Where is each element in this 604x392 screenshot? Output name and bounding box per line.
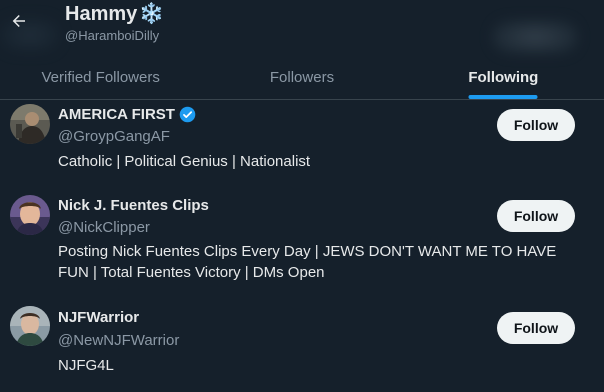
follow-button[interactable]: Follow [497,200,575,232]
blurred-region [492,20,578,54]
avatar[interactable] [10,104,50,144]
user-cell[interactable]: NJFWarrior @NewNJFWarrior NJFG4L Follow [0,302,604,392]
tab-label: Following [468,69,539,86]
tab-label: Followers [269,69,335,86]
snowflake-emoji: ❄️ [139,3,165,25]
arrow-left-icon [12,15,25,27]
user-handle: @NickClipper [58,219,150,236]
follow-button[interactable]: Follow [497,109,575,141]
profile-handle: @HaramboiDilly [65,28,160,43]
tab-following[interactable]: Following [403,56,604,99]
user-name-line: Nick J. Fuentes Clips [58,197,209,214]
back-button[interactable] [6,8,32,34]
user-name[interactable]: AMERICA FIRST [58,106,175,123]
avatar[interactable] [10,306,50,346]
follow-button[interactable]: Follow [497,312,575,344]
user-bio: Catholic | Political Genius | Nationalis… [58,153,311,170]
follow-tabs: Verified Followers Followers Following [0,56,604,100]
user-cell[interactable]: AMERICA FIRST @GroypGangAF Catholic | Po… [0,100,604,190]
following-list: AMERICA FIRST @GroypGangAF Catholic | Po… [0,100,604,392]
tab-verified-followers[interactable]: Verified Followers [0,56,201,99]
profile-name: Hammy [65,3,138,25]
user-name-line: NJFWarrior [58,309,139,326]
profile-title: Hammy ❄️ [65,2,164,26]
user-name-line: AMERICA FIRST [58,106,196,123]
profile-header: Hammy ❄️ @HaramboiDilly [0,0,604,56]
user-name[interactable]: NJFWarrior [58,309,139,326]
user-cell[interactable]: Nick J. Fuentes Clips @NickClipper Posti… [0,190,604,302]
verified-badge-icon [179,106,196,123]
tab-label: Verified Followers [41,69,160,86]
user-handle: @NewNJFWarrior [58,332,180,349]
user-bio: NJFG4L [58,357,114,374]
avatar[interactable] [10,195,50,235]
user-bio: Posting Nick Fuentes Clips Every Day | J… [58,243,557,281]
profile-title-block: Hammy ❄️ @HaramboiDilly [65,2,164,44]
active-tab-indicator [468,95,538,99]
user-handle: @GroypGangAF [58,128,170,145]
user-name[interactable]: Nick J. Fuentes Clips [58,197,209,214]
tab-followers[interactable]: Followers [201,56,402,99]
